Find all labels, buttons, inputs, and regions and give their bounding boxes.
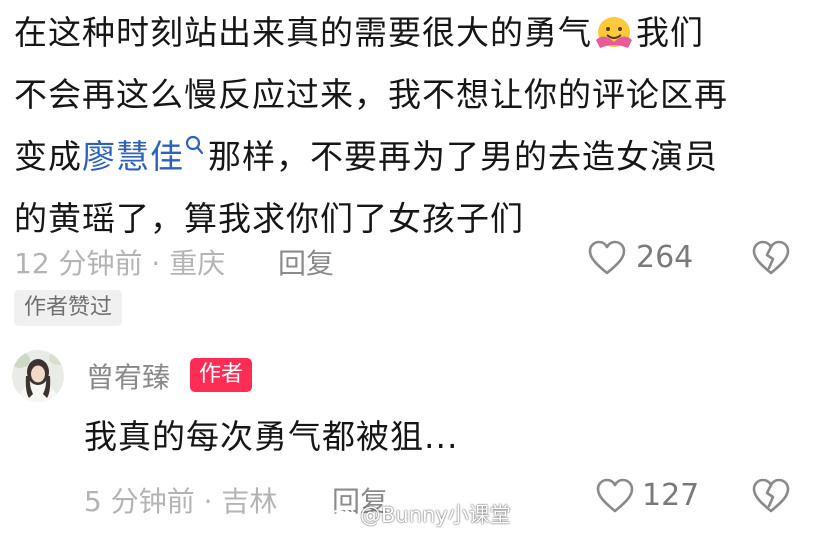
reply-like-count: 127 (642, 478, 700, 513)
like-count: 264 (636, 240, 694, 275)
comment-line-3: 变成廖慧佳 那样，不要再为了男的去造女演员 (14, 126, 814, 188)
watermark-text: @Bunny小课堂 (360, 503, 511, 527)
weibo-logo-icon (327, 506, 354, 526)
search-icon[interactable] (184, 134, 204, 158)
reply-username[interactable]: 曾宥臻 (86, 356, 170, 396)
comment-time-location: 12 分钟前 · 重庆 (14, 247, 226, 280)
watermark: @Bunny小课堂 (326, 498, 511, 532)
mention-link[interactable]: 廖慧佳 (82, 137, 184, 176)
broken-heart-icon[interactable] (752, 240, 790, 276)
broken-heart-icon[interactable] (752, 478, 790, 514)
hug-emoji-icon (596, 17, 632, 48)
comment-line-1: 在这种时刻站出来真的需要很大的勇气 我们 (14, 13, 704, 52)
heart-outline-icon[interactable] (596, 478, 634, 514)
comment-meta-row: 12 分钟前 · 重庆 回复 264 (0, 238, 834, 282)
avatar[interactable] (12, 350, 64, 402)
comment-line-2: 不会再这么慢反应过来，我不想让你的评论区再 (14, 75, 728, 114)
author-tag: 作者 (190, 358, 253, 392)
heart-outline-icon[interactable] (588, 240, 626, 276)
comment-text: 在这种时刻站出来真的需要很大的勇气 我们 不会再这么慢反应过来，我不想让你的评论… (14, 2, 814, 250)
reply-time-location: 5 分钟前 · 吉林 (84, 485, 278, 518)
avatar-image (12, 350, 64, 402)
reply-button[interactable]: 回复 (278, 242, 334, 282)
reply-text: 我真的每次勇气都被狙... (84, 417, 459, 456)
author-liked-badge: 作者赞过 (14, 290, 123, 326)
